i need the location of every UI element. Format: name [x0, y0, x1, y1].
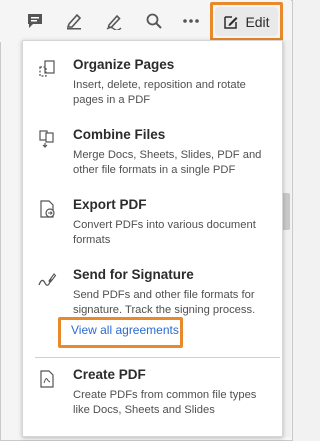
- menu-item-send-for-signature[interactable]: Send for Signature Send PDFs and other f…: [23, 267, 282, 316]
- menu-item-description: Convert PDFs into various document forma…: [73, 219, 256, 246]
- more-icon[interactable]: [180, 10, 202, 32]
- combine-files-icon: [37, 129, 57, 149]
- export-pdf-icon: [37, 199, 57, 219]
- menu-item-title: Combine Files: [73, 127, 166, 142]
- edit-button[interactable]: Edit: [215, 7, 278, 36]
- menu-item-description: Create PDFs from common file types like …: [73, 389, 257, 416]
- menu-item-description: Send PDFs and other file formats for sig…: [73, 289, 256, 316]
- edit-menu-panel: Organize Pages Insert, delete, repositio…: [22, 40, 283, 437]
- organize-pages-icon: [37, 59, 57, 79]
- menu-item-title: Organize Pages: [73, 57, 175, 72]
- signature-icon: [37, 269, 57, 289]
- toolbar: Edit: [0, 0, 291, 42]
- edit-icon: [223, 14, 239, 30]
- highlight-icon[interactable]: [63, 10, 85, 32]
- search-icon[interactable]: [143, 10, 165, 32]
- view-all-agreements-link[interactable]: View all agreements: [71, 323, 179, 337]
- menu-divider: [35, 357, 280, 358]
- menu-item-title: Send for Signature: [73, 267, 194, 282]
- menu-item-title: Export PDF: [73, 197, 147, 212]
- menu-item-organize-pages[interactable]: Organize Pages Insert, delete, repositio…: [23, 57, 282, 106]
- menu-item-export-pdf[interactable]: Export PDF Convert PDFs into various doc…: [23, 197, 282, 246]
- menu-item-combine-files[interactable]: Combine Files Merge Docs, Sheets, Slides…: [23, 127, 282, 176]
- scrollbar-thumb[interactable]: [282, 193, 290, 230]
- draw-icon[interactable]: [103, 10, 125, 32]
- create-pdf-icon: [37, 369, 57, 389]
- comment-icon[interactable]: [24, 10, 46, 32]
- menu-item-description: Insert, delete, reposition and rotate pa…: [73, 79, 246, 106]
- menu-item-title: Create PDF: [73, 367, 146, 382]
- menu-item-create-pdf[interactable]: Create PDF Create PDFs from common file …: [23, 367, 282, 416]
- menu-item-description: Merge Docs, Sheets, Slides, PDF and othe…: [73, 149, 262, 176]
- edit-button-label: Edit: [245, 13, 270, 30]
